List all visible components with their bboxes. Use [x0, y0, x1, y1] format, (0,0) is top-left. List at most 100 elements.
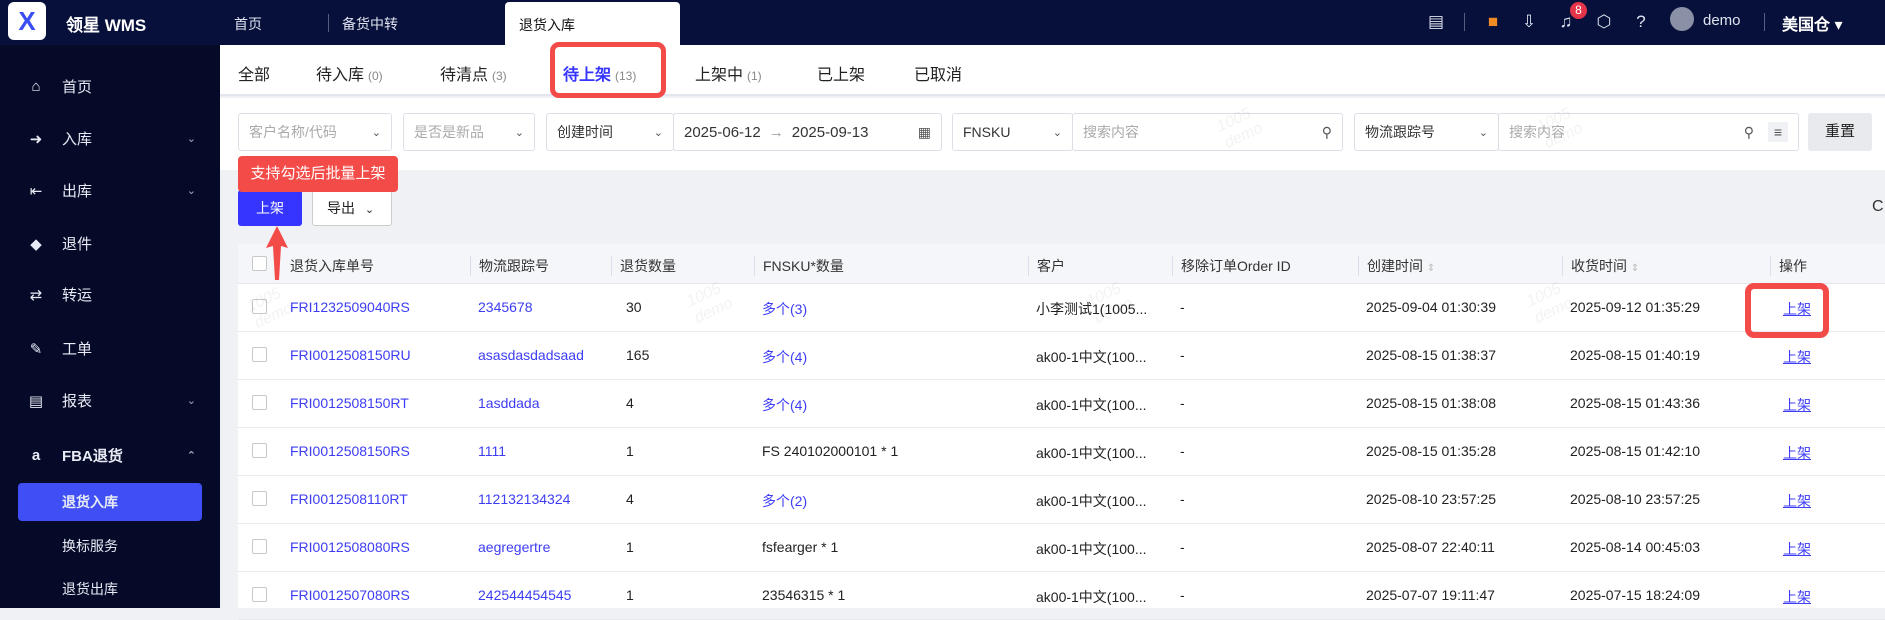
- sidebar-subitem-return-inbound[interactable]: 退货入库: [62, 492, 118, 512]
- return-no[interactable]: FRI0012508150RS: [290, 443, 410, 459]
- fnsku-qty[interactable]: 多个(4): [762, 395, 807, 415]
- col-created[interactable]: 创建时间 ⇕: [1358, 256, 1435, 276]
- fnsku-qty[interactable]: 多个(4): [762, 347, 807, 367]
- export-button[interactable]: 导出 ⌄: [312, 190, 392, 226]
- search-icon[interactable]: ⚲: [1322, 124, 1332, 141]
- help-icon[interactable]: ?: [1630, 11, 1652, 33]
- label: 导出: [327, 200, 355, 216]
- download-icon[interactable]: ⇩: [1518, 11, 1540, 33]
- label: 工单: [62, 341, 93, 358]
- sidebar-item-inbound[interactable]: ➜ 入库 ⌄: [26, 128, 196, 149]
- tab-putting-away[interactable]: 上架中 (1): [695, 61, 762, 85]
- data-table: 退货入库单号 物流跟踪号 退货数量 FNSKU*数量 客户 移除订单Order …: [238, 244, 1885, 620]
- inbox-icon[interactable]: ▤: [1425, 11, 1447, 33]
- label: FBA退货: [62, 448, 123, 465]
- tracking-no[interactable]: 2345678: [478, 299, 533, 315]
- row-checkbox[interactable]: [252, 587, 267, 602]
- return-no[interactable]: FRI0012507080RS: [290, 587, 410, 603]
- value: 物流跟踪号: [1365, 124, 1435, 140]
- tracking-no[interactable]: 1asddada: [478, 395, 540, 411]
- return-qty: 165: [626, 347, 650, 363]
- row-checkbox[interactable]: [252, 347, 267, 362]
- label: 已取消: [914, 67, 963, 84]
- chevron-down-icon: ⌄: [186, 185, 196, 197]
- row-checkbox[interactable]: [252, 443, 267, 458]
- logo[interactable]: X: [8, 2, 46, 40]
- new-product-select[interactable]: 是否是新品 ⌄: [403, 113, 535, 151]
- tab-put-away[interactable]: 已上架: [817, 61, 865, 85]
- sidebar-subitem-relabel[interactable]: 换标服务: [62, 536, 118, 556]
- sidebar-item-home[interactable]: ⌂ 首页: [26, 76, 196, 97]
- return-no[interactable]: FRI0012508080RS: [290, 539, 410, 555]
- tab-pending-count[interactable]: 待清点 (3): [440, 61, 507, 85]
- tracking-no[interactable]: 112132134324: [478, 491, 570, 507]
- customer-select[interactable]: 客户名称/代码 ⌄: [238, 113, 392, 151]
- created-time: 2025-08-15 01:38:08: [1366, 395, 1496, 411]
- label: 上架中: [695, 67, 744, 84]
- tracking-type-select[interactable]: 物流跟踪号 ⌄: [1354, 113, 1499, 151]
- received-time: 2025-08-14 00:45:03: [1570, 539, 1700, 555]
- sidebar-item-returns[interactable]: ◆ 退件: [26, 233, 196, 254]
- fnsku-qty[interactable]: 多个(2): [762, 491, 807, 511]
- putaway-link[interactable]: 上架: [1783, 587, 1811, 607]
- return-qty: 4: [626, 395, 634, 411]
- count: (3): [492, 69, 507, 83]
- reset-button[interactable]: 重置: [1808, 113, 1872, 151]
- tracking-no[interactable]: asasdasdadsaad: [478, 347, 584, 363]
- sidebar-item-fba-returns[interactable]: a FBA退货 ⌃: [26, 445, 196, 466]
- putaway-button[interactable]: 上架: [238, 190, 302, 226]
- sku-type-select[interactable]: FNSKU ⌄: [952, 113, 1073, 151]
- col-order-id: 移除订单Order ID: [1172, 256, 1291, 276]
- sidebar-item-transfer[interactable]: ⇄ 转运: [26, 284, 196, 305]
- settings-icon[interactable]: ⬡: [1593, 11, 1615, 33]
- page-tab-return-inbound[interactable]: 退货入库: [505, 2, 680, 45]
- tab-cancelled[interactable]: 已取消: [914, 61, 962, 85]
- username[interactable]: demo: [1703, 12, 1741, 29]
- batch-search-icon[interactable]: ≡: [1767, 122, 1788, 142]
- received-time: 2025-08-10 23:57:25: [1570, 491, 1700, 507]
- page-tab-transfer[interactable]: 备货中转: [342, 14, 398, 34]
- col-received[interactable]: 收货时间 ⇕: [1562, 256, 1639, 276]
- putaway-link[interactable]: 上架: [1783, 443, 1811, 463]
- chevron-down-icon: ⌄: [514, 126, 524, 139]
- warehouse-selector[interactable]: 美国仓 ▾: [1782, 11, 1843, 35]
- order-id: -: [1180, 539, 1185, 555]
- putaway-link[interactable]: 上架: [1783, 491, 1811, 511]
- tracking-no[interactable]: 1111: [478, 443, 506, 459]
- sidebar-subitem-return-outbound[interactable]: 退货出库: [62, 579, 118, 599]
- putaway-link[interactable]: 上架: [1783, 347, 1811, 367]
- tab-label: 退货入库: [519, 17, 575, 33]
- sidebar-item-workorder[interactable]: ✎ 工单: [26, 338, 196, 359]
- sidebar-item-outbound[interactable]: ⇤ 出库 ⌄: [26, 180, 196, 201]
- return-qty: 1: [626, 443, 634, 459]
- fnsku-qty[interactable]: 多个(3): [762, 299, 807, 319]
- table-row: FRI0012507080RS 242544454545 1 23546315 * 1…: [238, 572, 1885, 620]
- search-icon[interactable]: ⚲: [1744, 124, 1754, 141]
- tab-all[interactable]: 全部: [238, 61, 270, 85]
- return-no[interactable]: FRI0012508150RU: [290, 347, 411, 363]
- robot-icon[interactable]: ■: [1482, 11, 1504, 33]
- page-tab-home[interactable]: 首页: [234, 14, 262, 34]
- sidebar-item-reports[interactable]: ▤ 报表 ⌄: [26, 390, 196, 411]
- refresh-icon[interactable]: C: [1872, 198, 1884, 216]
- label: 待清点: [440, 67, 489, 84]
- row-checkbox[interactable]: [252, 539, 267, 554]
- sku-search-input[interactable]: 搜索内容 ⚲: [1072, 113, 1343, 151]
- putaway-link[interactable]: 上架: [1783, 539, 1811, 559]
- row-checkbox[interactable]: [252, 491, 267, 506]
- row-checkbox[interactable]: [252, 395, 267, 410]
- putaway-link[interactable]: 上架: [1783, 395, 1811, 415]
- date-type-select[interactable]: 创建时间 ⌄: [546, 113, 674, 151]
- avatar[interactable]: [1670, 7, 1694, 31]
- return-no[interactable]: FRI1232509040RS: [290, 299, 410, 315]
- chevron-up-icon: ⌃: [186, 450, 196, 462]
- tracking-no[interactable]: aegregertre: [478, 539, 550, 555]
- tracking-no[interactable]: 242544454545: [478, 587, 571, 603]
- chevron-down-icon: ⌄: [1478, 126, 1488, 139]
- return-no[interactable]: FRI0012508150RT: [290, 395, 409, 411]
- col-action: 操作: [1770, 256, 1807, 276]
- tab-pending-inbound[interactable]: 待入库 (0): [316, 61, 383, 85]
- return-no[interactable]: FRI0012508110RT: [290, 491, 408, 507]
- col-tracking: 物流跟踪号: [470, 256, 549, 276]
- date-range-picker[interactable]: 2025-06-12 → 2025-09-13 ▦: [673, 113, 942, 151]
